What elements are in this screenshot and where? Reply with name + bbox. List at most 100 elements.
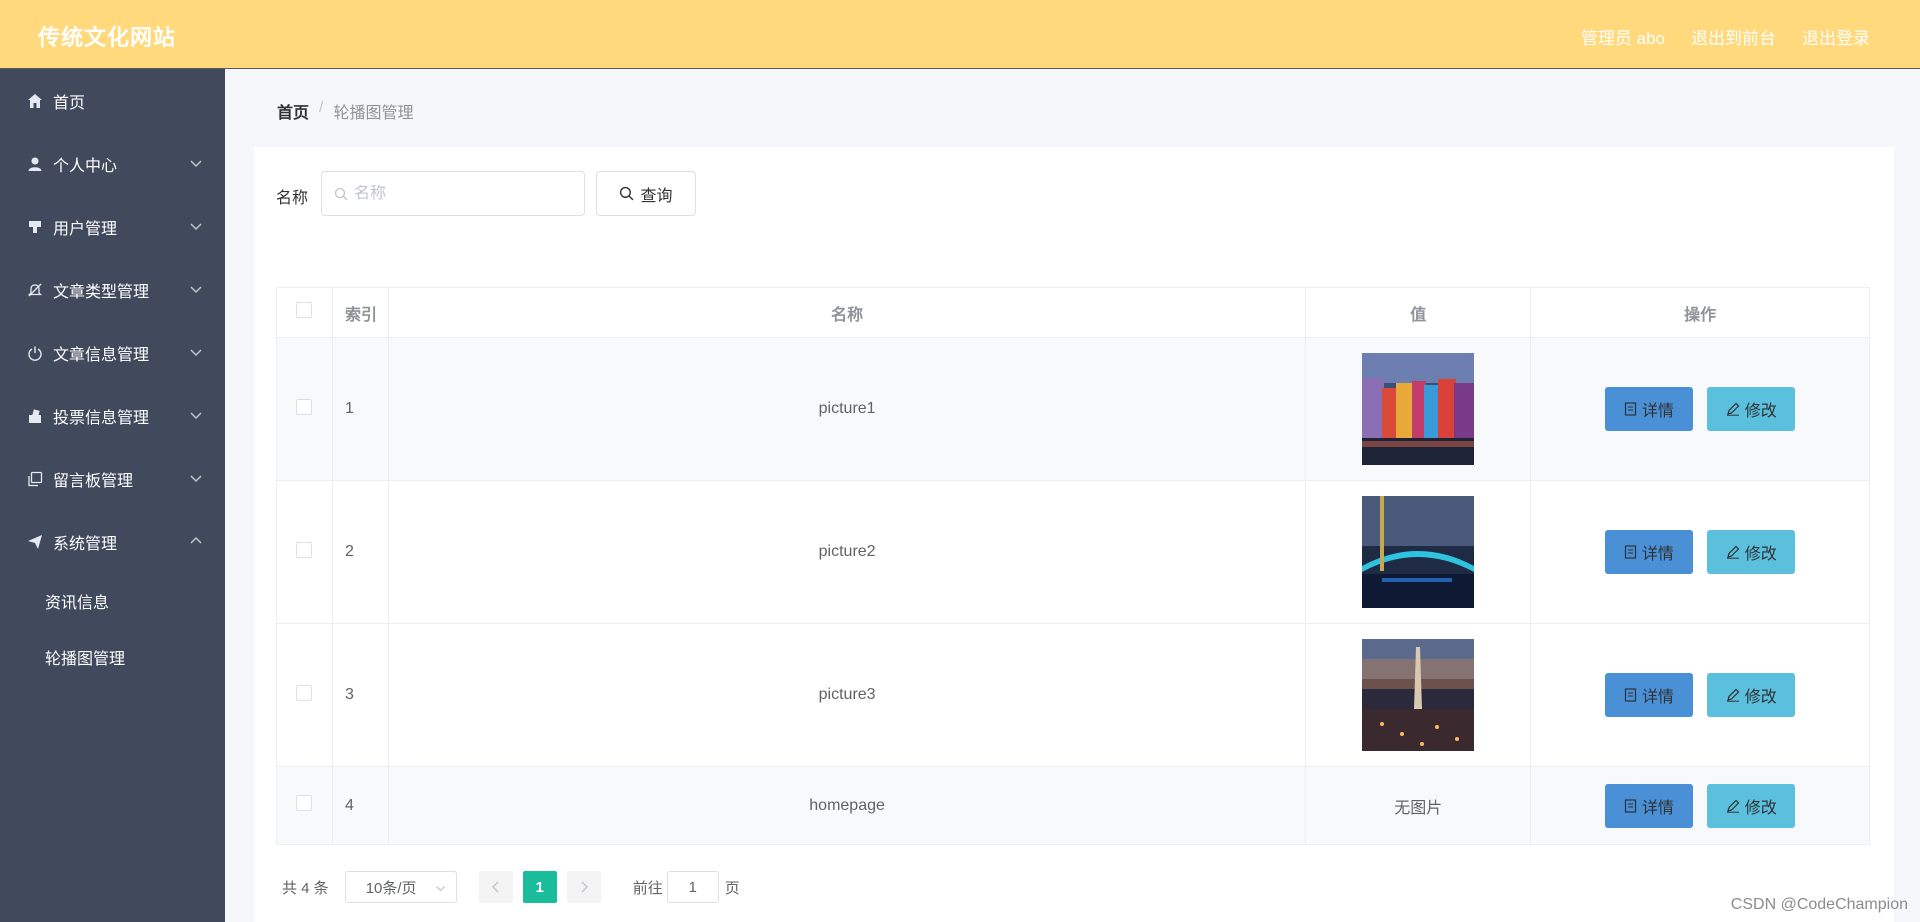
breadcrumb-home[interactable]: 首页 [277,99,309,123]
edit-button[interactable]: 修改 [1707,387,1796,431]
search-label: 名称 [276,190,309,207]
carousel-thumbnail-image [1362,353,1475,465]
main-content: 首页 / 轮播图管理 名称 查询 索引 名称 值 操作 [225,69,1920,922]
row-checkbox[interactable] [296,684,313,701]
row-checkbox-cell [276,337,333,481]
row-index: 4 [331,766,389,845]
table-row: 3 picture3 详情 修改 [276,623,1870,767]
header-actions: 管理员 abo 退出到前台 退出登录 [1581,24,1870,49]
home-icon [27,93,43,109]
sidebar-item-article-type[interactable]: 文章类型管理 [0,258,225,321]
edit-button[interactable]: 修改 [1707,783,1796,828]
detail-button[interactable]: 详情 [1604,673,1693,717]
table-row: 1 picture1 详情 修改 [276,337,1870,481]
sidebar: 首页 个人中心 用户管理 文章类型管理 文章信息管理 投票信息管理 留言板管理 … [0,69,225,922]
edit-icon [1726,545,1740,559]
page-number-current[interactable]: 1 [522,871,557,903]
sidebar-subitem-carousel[interactable]: 轮播图管理 [0,629,225,685]
send-icon [27,534,43,550]
row-index: 1 [331,337,389,481]
edit-button[interactable]: 修改 [1707,530,1796,574]
carousel-thumbnail-image [1362,496,1475,608]
chevron-down-icon [190,349,202,357]
document-icon [1624,798,1636,813]
header-value: 值 [1305,287,1532,338]
row-value-text: 无图片 [1305,766,1532,845]
admin-user-label: 管理员 abo [1580,29,1665,48]
document-icon [1624,688,1636,702]
chevron-up-icon [190,536,202,544]
content-panel: 名称 查询 索引 名称 值 操作 1 [254,147,1894,922]
query-button[interactable]: 查询 [596,171,696,216]
search-input-wrapper[interactable] [321,171,585,216]
row-ops: 详情 修改 [1530,337,1870,481]
header-index: 索引 [331,287,389,338]
document-icon [1624,402,1636,416]
sidebar-subitem-label: 轮播图管理 [45,651,126,668]
sidebar-item-label: 留言板管理 [53,472,134,490]
row-index: 3 [331,623,389,767]
detail-button-label: 详情 [1641,689,1674,706]
chevron-down-icon [190,223,202,231]
row-checkbox[interactable] [296,541,313,558]
row-value [1305,480,1532,624]
table-header-row: 索引 名称 值 操作 [276,287,1870,338]
page-size-select[interactable]: 10条/页 [344,871,457,903]
row-checkbox[interactable] [296,795,313,811]
sidebar-item-article-info[interactable]: 文章信息管理 [0,321,225,384]
logout-link[interactable]: 退出登录 [1802,24,1870,49]
search-icon [334,187,348,200]
row-checkbox[interactable] [296,398,313,415]
pagination-total: 共 4 条 [282,879,329,897]
edit-button-label: 修改 [1744,799,1777,817]
detail-button[interactable]: 详情 [1604,530,1693,574]
sidebar-item-personal-center[interactable]: 个人中心 [0,132,225,195]
row-index: 2 [331,480,389,624]
header-name: 名称 [387,287,1307,338]
row-name: picture3 [387,623,1307,767]
detail-button[interactable]: 详情 [1604,387,1693,431]
carousel-table: 索引 名称 值 操作 1 picture1 详情 修改 2 picture2 详… [276,287,1870,845]
sidebar-item-user-manage[interactable]: 用户管理 [0,195,225,258]
exit-to-front-link[interactable]: 退出到前台 [1691,24,1776,49]
table-row: 4 homepage 无图片 详情 修改 [276,766,1870,845]
sidebar-item-label: 文章类型管理 [53,283,150,301]
prev-page-button[interactable] [478,871,513,903]
sidebar-item-label: 用户管理 [53,220,118,238]
row-ops: 详情 修改 [1530,766,1870,845]
chevron-down-icon [190,475,202,483]
sidebar-subitem-news[interactable]: 资讯信息 [0,573,225,629]
sidebar-item-home[interactable]: 首页 [0,69,225,132]
sidebar-item-label: 系统管理 [53,535,118,553]
sidebar-item-label: 个人中心 [53,157,118,175]
row-checkbox-cell [276,480,333,624]
detail-button[interactable]: 详情 [1604,783,1693,828]
edit-icon [1726,799,1740,813]
edit-icon [1726,688,1740,702]
top-header: 传统文化网站 管理员 abo 退出到前台 退出登录 [0,0,1920,69]
sidebar-item-label: 文章信息管理 [53,346,150,364]
sidebar-item-vote-info[interactable]: 投票信息管理 [0,384,225,447]
row-value [1305,337,1532,481]
power-icon [27,345,43,361]
copy-icon [27,471,43,487]
select-all-checkbox[interactable] [296,302,313,318]
sidebar-item-system[interactable]: 系统管理 [0,510,225,573]
table-row: 2 picture2 详情 修改 [276,480,1870,624]
next-page-button[interactable] [566,871,601,903]
row-value [1305,623,1532,767]
goto-page-input[interactable] [666,871,719,903]
edit-button-label: 修改 [1744,689,1777,706]
edit-button-label: 修改 [1744,403,1777,420]
chevron-down-icon [190,160,202,168]
chevron-right-icon [581,881,588,893]
search-input[interactable] [354,184,554,203]
edit-button[interactable]: 修改 [1707,673,1796,717]
row-name: homepage [387,766,1307,845]
row-ops: 详情 修改 [1530,623,1870,767]
detail-button-label: 详情 [1641,546,1674,563]
sidebar-item-message-board[interactable]: 留言板管理 [0,447,225,510]
search-icon [620,186,634,201]
watermark: CSDN @CodeChampion [1730,896,1908,913]
document-icon [1624,545,1636,559]
